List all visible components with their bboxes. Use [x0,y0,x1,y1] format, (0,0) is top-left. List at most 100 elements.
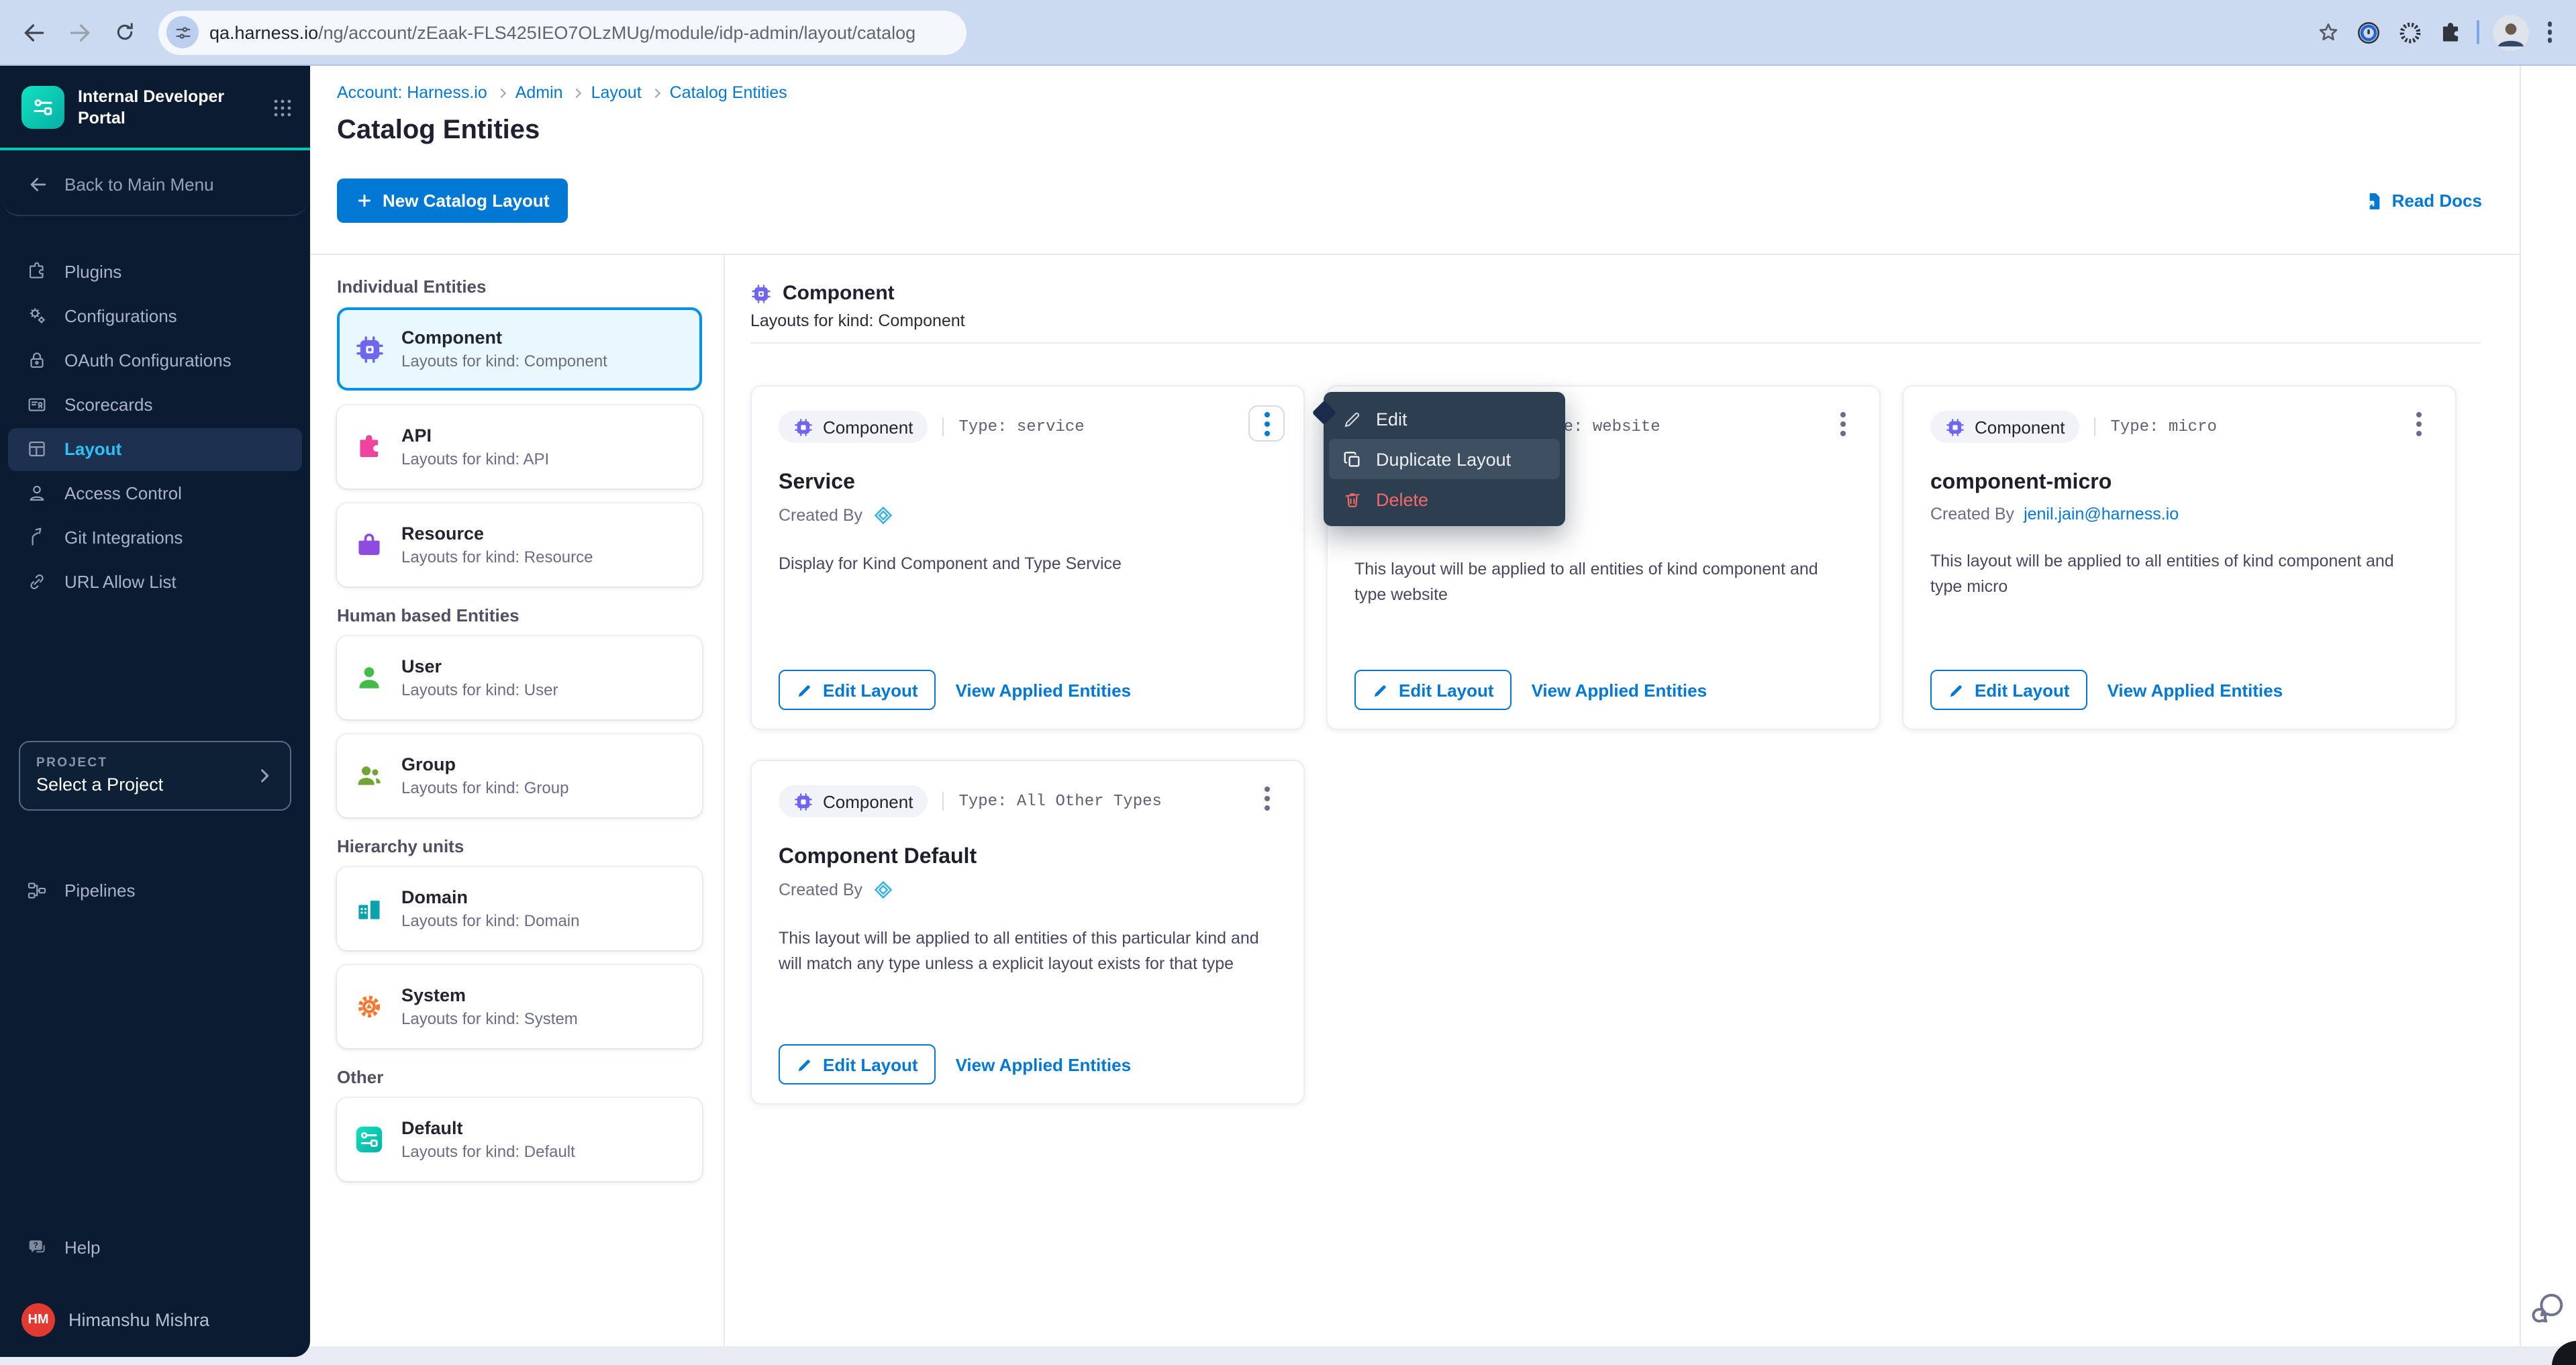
reload-icon[interactable] [105,12,145,52]
git-fork-icon [24,526,48,549]
entity-kind-name: Domain [401,887,579,907]
browser-menu-icon[interactable] [2542,17,2557,48]
context-menu-delete[interactable]: Delete [1329,479,1560,519]
sidebar-item-configurations[interactable]: Configurations [8,295,302,338]
idp-logo-icon [21,87,64,130]
context-menu-label: Duplicate Layout [1376,449,1511,469]
plugin-puzzle-icon [24,260,48,283]
new-catalog-layout-button[interactable]: New Catalog Layout [337,179,568,223]
layout-card-title: component-micro [1930,471,2428,495]
pencil-icon [1342,409,1363,429]
breadcrumb-admin[interactable]: Admin [515,83,563,102]
layout-card-description: This layout will be applied to all entit… [1930,549,2422,599]
section-other: Other Default Layouts for kind: Default [337,1067,702,1181]
project-selector[interactable]: PROJECT Select a Project [19,740,291,810]
entity-kind-subtitle: Layouts for kind: API [401,450,549,468]
card-context-menu: Edit Duplicate Layout Delete [1324,392,1565,526]
sidebar-item-label: Access Control [64,483,182,503]
app-grid-icon[interactable] [271,97,294,119]
sidebar-item-plugins[interactable]: Plugins [8,250,302,293]
site-info-icon[interactable] [166,16,199,48]
edit-layout-button[interactable]: Edit Layout [1930,670,2087,710]
breadcrumb-layout[interactable]: Layout [591,83,642,102]
entity-kind-system[interactable]: System Layouts for kind: System [337,965,702,1048]
kind-header-subtitle: Layouts for kind: Component [750,311,2481,330]
extension-spinner-icon[interactable] [2395,18,2424,46]
card-menu-icon[interactable] [1248,780,1285,816]
entity-kind-subtitle: Layouts for kind: Resource [401,548,593,566]
sidebar-item-layout[interactable]: Layout [8,427,302,470]
created-by-row: Created By jenil.jain@harness.io [1930,505,2428,523]
edit-layout-label: Edit Layout [823,1054,918,1074]
extensions-puzzle-icon[interactable] [2437,19,2463,45]
card-menu-icon[interactable] [1248,405,1285,442]
breadcrumb-account[interactable]: Account: Harness.io [337,83,487,102]
edit-layout-button[interactable]: Edit Layout [779,1044,936,1084]
entity-kind-user[interactable]: User Layouts for kind: User [337,636,702,719]
type-value: service [1017,417,1085,436]
domain-buildings-icon [353,894,385,923]
back-to-main-menu[interactable]: Back to Main Menu [3,150,307,214]
password-manager-icon[interactable] [2354,18,2382,46]
sidebar-item-label: Configurations [64,306,177,326]
resource-bag-icon [353,530,385,560]
screen: qa.harness.io/ng/account/zEaak-FLS425IEO… [0,0,2576,1365]
entity-kind-api[interactable]: API Layouts for kind: API [337,405,702,489]
entity-kind-resource[interactable]: Resource Layouts for kind: Resource [337,503,702,587]
sidebar-item-oauth-configurations[interactable]: OAuth Configurations [8,339,302,382]
url-bar[interactable]: qa.harness.io/ng/account/zEaak-FLS425IEO… [158,10,967,54]
url-host: qa.harness.io [209,22,318,42]
layout-card-component-micro: Component Type: micro component-micro Cr… [1902,385,2457,730]
kind-header-title: Component [783,282,895,305]
sidebar-item-access-control[interactable]: Access Control [8,472,302,515]
view-applied-entities-link[interactable]: View Applied Entities [956,1054,1132,1074]
breadcrumb-catalog-entities[interactable]: Catalog Entities [670,83,787,102]
entity-kind-subtitle: Layouts for kind: Component [401,352,607,370]
entity-kind-component[interactable]: Component Layouts for kind: Component [337,307,702,391]
forward-icon[interactable] [59,12,99,52]
created-by-label: Created By [1930,505,2014,523]
chat-bubbles-icon[interactable] [2526,1287,2569,1330]
entity-kind-domain[interactable]: Domain Layouts for kind: Domain [337,867,702,950]
plus-icon [356,192,373,209]
back-icon[interactable] [13,12,54,52]
user-section[interactable]: HM Himanshu Mishra [21,1303,209,1337]
toolbar: New Catalog Layout Read Docs [310,179,2520,255]
view-applied-entities-link[interactable]: View Applied Entities [2108,680,2283,700]
entity-kind-default[interactable]: Default Layouts for kind: Default [337,1098,702,1181]
created-by-email-link[interactable]: jenil.jain@harness.io [2024,505,2179,523]
edit-layout-button[interactable]: Edit Layout [1354,670,1512,710]
sidebar-item-label: Help [64,1237,101,1257]
type-text: Type: micro [2094,417,2216,436]
sidebar-item-url-allow-list[interactable]: URL Allow List [8,560,302,603]
entity-kind-panel: Individual Entities Component Layouts fo… [310,255,725,1346]
card-menu-icon[interactable] [1824,405,1861,442]
edit-layout-button[interactable]: Edit Layout [779,670,936,710]
sidebar-item-git-integrations[interactable]: Git Integrations [8,516,302,559]
entity-kind-group[interactable]: Group Layouts for kind: Group [337,734,702,817]
edit-layout-label: Edit Layout [1399,680,1494,700]
pencil-icon [1948,681,1965,699]
read-docs-link[interactable]: Read Docs [2363,190,2482,211]
help-section: ? Help [8,1225,302,1268]
view-applied-entities-link[interactable]: View Applied Entities [956,680,1132,700]
card-menu-icon[interactable] [2400,405,2436,442]
entity-kind-name: User [401,656,558,676]
view-applied-entities-link[interactable]: View Applied Entities [1532,680,1707,700]
section-human-based-entities: Human based Entities User Layouts for ki… [337,605,702,817]
sidebar-item-pipelines[interactable]: Pipelines [8,869,302,912]
sidebar-nav: Plugins Configurations OAuth Configurati… [0,215,310,603]
context-menu-duplicate-layout[interactable]: Duplicate Layout [1329,439,1560,479]
page-title: Catalog Entities [337,115,2520,146]
context-menu-edit[interactable]: Edit [1329,399,1560,439]
layout-card-description: This layout will be applied to all entit… [779,926,1270,976]
bookmark-star-icon[interactable] [2315,19,2340,45]
sidebar-item-label: URL Allow List [64,572,177,592]
profile-avatar[interactable] [2492,14,2528,50]
created-by-row: Created By [779,879,1277,901]
sidebar-item-label: Pipelines [64,880,136,901]
sidebar-item-help[interactable]: ? Help [8,1225,302,1268]
component-badge: Component [1930,411,2079,443]
sidebar-item-scorecards[interactable]: Scorecards [8,383,302,426]
type-label: Type: [958,417,1007,436]
